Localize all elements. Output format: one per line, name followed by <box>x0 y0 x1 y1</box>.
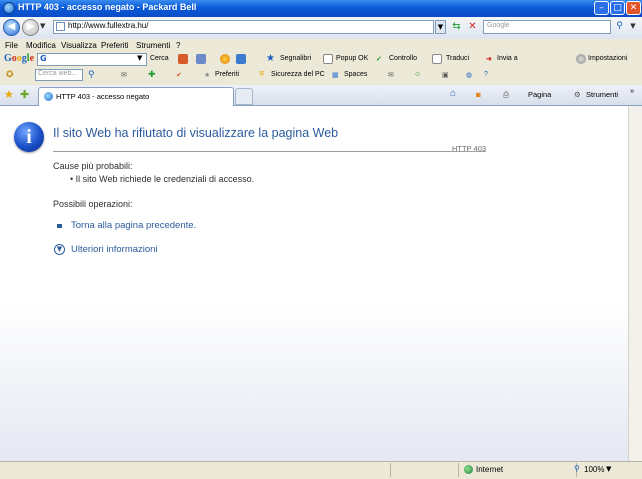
maximize-button[interactable]: □ <box>610 1 625 15</box>
spellcheck-icon: ✓ <box>376 56 382 63</box>
search-web-input[interactable]: Cerca web... <box>38 70 77 77</box>
toolbar-overflow-icon[interactable]: » <box>630 86 634 95</box>
chevron-down-icon[interactable]: ▼ <box>54 244 65 255</box>
page-title: Il sito Web ha rifiutato di visualizzare… <box>53 126 339 140</box>
refresh-icon[interactable]: ⇆ <box>450 20 463 34</box>
home-icon[interactable]: ⌂ <box>450 88 456 99</box>
messenger-icon[interactable]: ✔ <box>176 71 182 79</box>
favorites-star-icon: ★ <box>204 72 211 79</box>
feeds-icon[interactable]: ◙ <box>476 90 481 99</box>
new-tab-button[interactable] <box>235 88 253 105</box>
page-content <box>0 106 628 461</box>
bullet-icon <box>57 224 62 228</box>
favorites-center-icon[interactable]: ★ <box>4 88 14 101</box>
google-search-input[interactable] <box>37 53 147 66</box>
http-status-code: HTTP 403 <box>452 144 487 153</box>
status-bar <box>0 461 642 479</box>
controllo-button[interactable]: Controllo <box>389 55 417 62</box>
search-web-icon[interactable]: ⚲ <box>88 69 95 80</box>
forward-button[interactable]: ▶ <box>22 19 39 36</box>
add-icon[interactable]: ✚ <box>148 69 156 80</box>
help-icon[interactable]: ? <box>484 71 488 78</box>
menu-file[interactable]: File <box>5 41 18 50</box>
cerca-button[interactable]: Cerca <box>150 55 169 62</box>
zoom-dropdown-icon[interactable]: ▼ <box>606 465 611 473</box>
search-dropdown-icon[interactable]: ▼ <box>628 20 638 34</box>
people-icon[interactable]: ☺ <box>414 71 421 78</box>
menu-modifica[interactable]: Modifica <box>26 41 56 50</box>
menu-visualizza[interactable]: Visualizza <box>61 41 97 50</box>
mail-small-icon[interactable]: ✉ <box>388 71 394 79</box>
vertical-scrollbar[interactable] <box>628 106 642 461</box>
segnalibri-button[interactable]: Segnalibri <box>280 55 311 62</box>
star-icon: ★ <box>266 53 275 64</box>
back-link[interactable]: Torna alla pagina precedente. <box>71 220 196 231</box>
invia-button[interactable]: Invia a <box>497 55 518 62</box>
tab-label: HTTP 403 - accesso negato <box>56 92 150 101</box>
window-title: HTTP 403 - accesso negato - Packard Bell <box>18 2 197 12</box>
pagina-menu[interactable]: Pagina <box>528 90 551 99</box>
mail-icon[interactable]: ✉ <box>121 71 127 79</box>
calendar-icon[interactable]: ▣ <box>442 71 449 79</box>
strumenti-menu[interactable]: Strumenti <box>586 90 618 99</box>
page-rank-icon[interactable] <box>236 54 246 64</box>
picasa-icon[interactable] <box>220 54 230 64</box>
tab-page-icon <box>44 92 53 101</box>
bookmark-icon[interactable] <box>196 54 206 64</box>
tools-gear-icon: ⚙ <box>574 90 581 99</box>
send-icon: ➜ <box>486 56 492 63</box>
stop-icon[interactable]: ✕ <box>466 20 479 34</box>
menu-help[interactable]: ? <box>176 41 180 50</box>
google-dropdown-icon[interactable]: ▼ <box>137 54 142 62</box>
print-icon[interactable]: ⎙ <box>503 90 509 100</box>
globe-icon[interactable]: ◍ <box>466 71 472 79</box>
more-info-link[interactable]: Ulteriori informazioni <box>71 244 158 255</box>
shield-icon: ⛨ <box>259 71 265 78</box>
sicurezza-button[interactable]: Sicurezza del PC <box>271 71 325 78</box>
cause-text: Il sito Web richiede le credenziali di a… <box>75 174 255 184</box>
zoom-icon: ⚲ <box>574 464 580 473</box>
status-divider <box>390 463 391 477</box>
internet-zone-icon <box>464 465 473 474</box>
news-icon[interactable] <box>178 54 188 64</box>
spaces-button[interactable]: Spaces <box>344 71 367 78</box>
address-input[interactable]: http://www.fullextra.hu/ <box>68 21 148 30</box>
spaces-icon: ▦ <box>332 72 339 79</box>
preferiti-button[interactable]: Preferiti <box>215 71 239 78</box>
menu-strumenti[interactable]: Strumenti <box>136 41 170 50</box>
add-favorite-icon[interactable]: ✚ <box>20 88 29 101</box>
close-button[interactable]: ✕ <box>626 1 641 15</box>
history-dropdown-icon[interactable]: ▼ <box>40 22 45 30</box>
search-icon[interactable]: ⚲ <box>613 20 626 34</box>
google-search-value: G <box>40 54 47 63</box>
popup-button[interactable]: Popup OK <box>336 55 368 62</box>
causes-title: Cause più probabili: <box>53 161 133 171</box>
info-icon: i <box>14 122 44 152</box>
popup-icon <box>323 54 333 64</box>
operations-title: Possibili operazioni: <box>53 199 133 209</box>
heading-divider <box>53 151 486 152</box>
search-input[interactable]: Google <box>487 22 510 29</box>
translate-icon <box>432 54 442 64</box>
security-zone[interactable]: Internet <box>476 465 503 474</box>
back-button[interactable]: ◀ <box>3 19 20 36</box>
address-dropdown-icon[interactable]: ▼ <box>435 20 446 34</box>
status-divider <box>458 463 459 477</box>
menu-preferiti[interactable]: Preferiti <box>101 41 129 50</box>
page-icon <box>56 22 65 31</box>
impostazioni-button[interactable]: Impostazioni <box>588 55 627 62</box>
toolbar-logo-icon[interactable]: ✪ <box>6 69 14 80</box>
settings-icon <box>576 54 586 64</box>
ie-icon <box>3 2 15 14</box>
traduci-button[interactable]: Traduci <box>446 55 469 62</box>
minimize-button[interactable]: – <box>594 1 609 15</box>
zoom-level[interactable]: 100% <box>584 465 604 474</box>
google-logo: Google <box>4 53 35 64</box>
cause-list-item: • Il sito Web richiede le credenziali di… <box>70 174 255 184</box>
